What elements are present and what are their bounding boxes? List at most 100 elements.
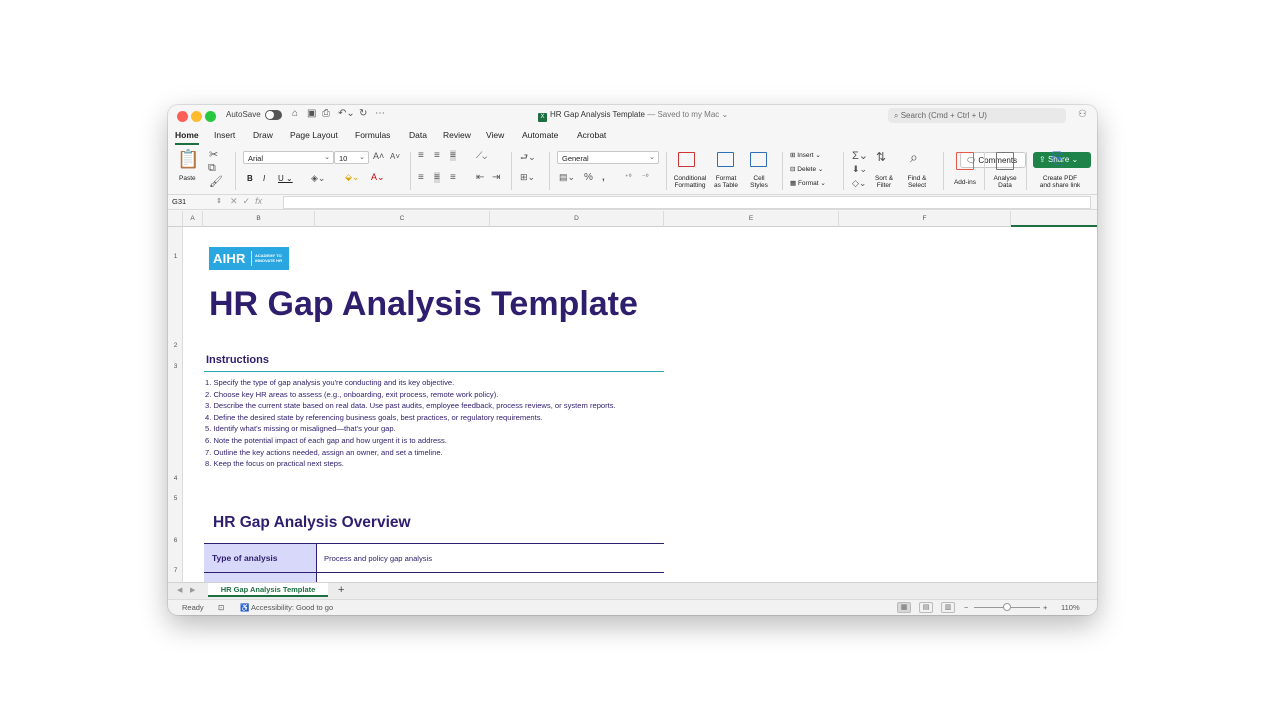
row-header[interactable]: 2 [168,342,183,349]
orientation-icon[interactable]: ⟋⌄ [476,150,487,161]
tab-draw[interactable]: Draw [253,130,273,140]
row-header[interactable]: 5 [168,495,183,502]
add-sheet-button[interactable]: + [338,584,344,596]
tab-insert[interactable]: Insert [214,130,235,140]
column-header[interactable]: E [664,211,839,227]
insert-cells-button[interactable]: ⊞ Insert ⌄ [790,152,821,159]
print-icon[interactable]: ⎙ [322,108,330,119]
sort-filter-icon[interactable]: ⇅ [876,150,886,164]
overview-value[interactable]: Process and policy gap analysis [324,554,432,563]
home-icon[interactable]: ⌂ [292,108,298,119]
create-pdf-icon[interactable]: ⎘ [1052,150,1064,167]
add-ins-icon[interactable] [956,152,974,170]
zoom-in-button[interactable]: + [1043,603,1047,612]
sheet-tab-active[interactable]: HR Gap Analysis Template [208,583,328,597]
save-icon[interactable]: ▣ [307,108,316,119]
align-right-icon[interactable]: ≡ [450,172,456,183]
minimize-window-button[interactable] [191,111,202,122]
function-icon[interactable]: fx [255,196,262,206]
font-size-select[interactable]: 10 ⌄ [334,151,369,164]
borders-icon[interactable]: ◈⌄ [311,173,325,184]
cell-styles-label[interactable]: Cell Styles [745,175,773,189]
select-all-corner[interactable] [168,211,183,227]
format-cells-button[interactable]: ▦ Format ⌄ [790,180,826,187]
underline-icon[interactable]: U ⌄ [278,174,293,183]
analyse-data-icon[interactable] [996,152,1014,170]
increase-decimal-icon[interactable]: ⁺⁰ [625,173,632,181]
copy-icon[interactable]: ⧉ [208,162,216,175]
decrease-font-icon[interactable]: A˅ [390,152,400,161]
align-left-icon[interactable]: ≡ [418,172,424,183]
cell-styles-icon[interactable] [750,152,767,167]
zoom-level[interactable]: 110% [1061,603,1080,612]
people-icon[interactable]: ⚇ [1078,109,1087,120]
confirm-icon[interactable]: ✓ [243,196,251,206]
clear-icon[interactable]: ◇⌄ [852,178,866,189]
format-as-table-icon[interactable] [717,152,734,167]
tab-acrobat[interactable]: Acrobat [577,130,606,140]
decrease-indent-icon[interactable]: ⇤ [476,172,484,183]
tab-formulas[interactable]: Formulas [355,130,390,140]
zoom-out-button[interactable]: − [964,603,968,612]
column-header[interactable]: C [315,211,490,227]
tab-page-layout[interactable]: Page Layout [290,130,338,140]
comma-style-icon[interactable]: , [602,172,605,183]
previous-sheet-icon[interactable]: ◀ [177,586,182,594]
bold-icon[interactable]: B [247,174,253,183]
row-header[interactable]: 3 [168,363,183,370]
font-name-select[interactable]: Arial ⌄ [243,151,334,164]
cut-icon[interactable]: ✂ [209,148,218,161]
search-input[interactable]: ⌕ Search (Cmd + Ctrl + U) [888,108,1066,123]
accessibility-status[interactable]: ♿ Accessibility: Good to go [240,603,333,612]
add-ins-label[interactable]: Add-ins [952,179,978,186]
find-select-icon[interactable]: ⌕ [910,149,918,166]
document-title[interactable]: X HR Gap Analysis Template — Saved to my … [538,110,728,122]
normal-view-button[interactable]: ▦ [897,602,911,613]
page-layout-view-button[interactable]: ▤ [919,602,933,613]
merge-cells-icon[interactable]: ⊞⌄ [520,172,535,183]
paste-label[interactable]: Paste [179,175,196,182]
column-header[interactable]: A [183,211,203,227]
percent-icon[interactable]: % [584,172,593,183]
zoom-slider-handle[interactable] [1003,603,1011,611]
number-format-select[interactable]: General ⌄ [557,151,659,164]
autosum-icon[interactable]: Σ⌄ [852,149,868,162]
close-window-button[interactable] [177,111,188,122]
redo-icon[interactable]: ↻ [359,108,367,119]
undo-icon[interactable]: ↶⌄ [338,108,355,119]
row-header[interactable]: 6 [168,537,183,544]
tab-home[interactable]: Home [175,130,199,145]
zoom-window-button[interactable] [205,111,216,122]
delete-cells-button[interactable]: ⊟ Delete ⌄ [790,166,823,173]
row-header[interactable]: 1 [168,253,183,260]
paste-icon[interactable]: 📋 [177,149,199,170]
align-top-icon[interactable]: ≡ [418,150,424,161]
formula-input[interactable] [283,196,1091,209]
accounting-format-icon[interactable]: ▤⌄ [559,172,575,183]
increase-indent-icon[interactable]: ⇥ [492,172,500,183]
wrap-text-icon[interactable]: ⮐⌄ [520,150,536,166]
worksheet-grid[interactable]: 1 2 3 4 5 6 7 AIHR ACADEMY TO INNOVATE H… [168,227,1097,582]
more-icon[interactable]: ⋯ [375,108,385,119]
conditional-formatting-icon[interactable] [678,152,695,167]
column-header[interactable]: D [490,211,664,227]
autosave-toggle[interactable] [265,110,282,120]
tab-data[interactable]: Data [409,130,427,140]
format-painter-icon[interactable]: 🖌 [209,175,223,188]
column-header[interactable]: F [839,211,1011,227]
conditional-formatting-label[interactable]: Conditional Formatting [670,175,710,189]
row-header[interactable]: 4 [168,475,183,482]
align-bottom-icon[interactable]: ≡ [450,150,456,161]
analyse-data-label[interactable]: Analyse Data [991,175,1019,189]
tab-automate[interactable]: Automate [522,130,558,140]
name-box[interactable]: G31 ⇕ [172,197,224,208]
overview-label-cell[interactable]: Type of analysis [204,544,316,582]
font-color-icon[interactable]: A⌄ [371,172,385,183]
next-sheet-icon[interactable]: ▶ [190,586,195,594]
row-header[interactable]: 7 [168,567,183,574]
tab-view[interactable]: View [486,130,504,140]
macro-recording-icon[interactable]: ⊡ [218,603,224,612]
column-header[interactable]: B [203,211,315,227]
fill-icon[interactable]: ⬇⌄ [852,164,867,175]
find-select-label[interactable]: Find & Select [904,175,930,189]
